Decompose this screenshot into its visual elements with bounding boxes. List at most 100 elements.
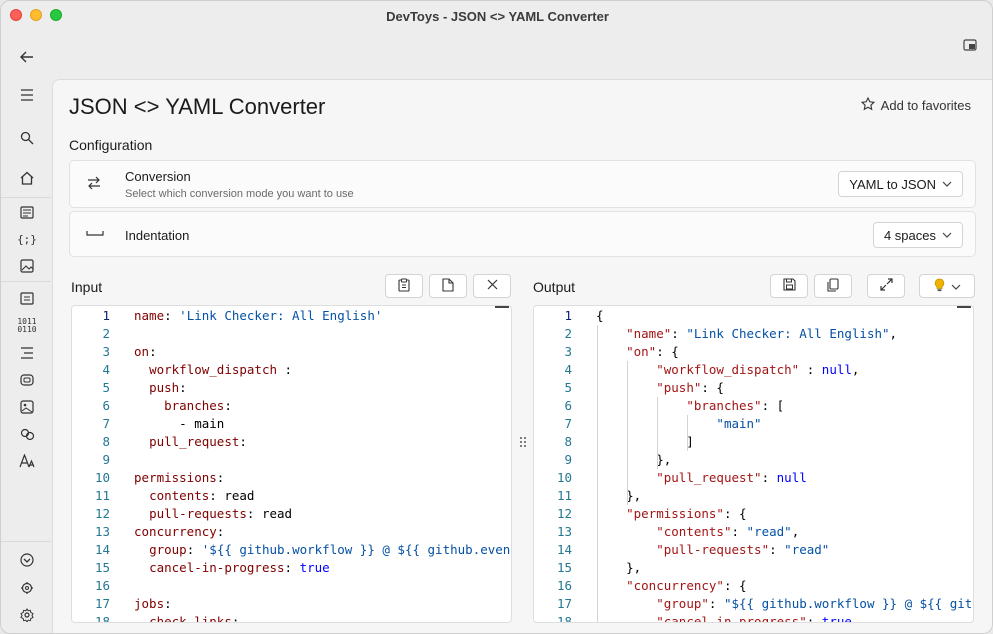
- compact-overlay-icon[interactable]: [962, 39, 978, 55]
- clear-button[interactable]: [473, 274, 511, 298]
- home-icon[interactable]: [15, 167, 39, 189]
- paste-button[interactable]: [385, 274, 423, 298]
- space-bar-icon: [86, 226, 104, 245]
- code-text: "on": {: [626, 344, 679, 359]
- code-text: check-links:: [149, 614, 240, 623]
- code-text: "main": [716, 416, 762, 431]
- line-number: 5: [102, 380, 110, 395]
- code-line: 1{: [534, 307, 973, 325]
- code-line: 11 contents: read: [72, 487, 511, 505]
- save-button[interactable]: [770, 274, 808, 298]
- code-text: "push": {: [656, 380, 724, 395]
- code-text: },: [596, 488, 642, 503]
- code-text: ]: [596, 434, 694, 449]
- settings-icon[interactable]: [15, 604, 39, 626]
- search-icon[interactable]: [15, 127, 39, 149]
- code-line: 6 "branches": [: [534, 397, 973, 415]
- code-text: "cancel-in-progress": true: [656, 614, 852, 623]
- expand-button[interactable]: [867, 274, 905, 298]
- image-converter-icon[interactable]: [15, 255, 39, 277]
- code-line: 11 },: [534, 487, 973, 505]
- code-line: 16 "concurrency": {: [534, 577, 973, 595]
- link-icon[interactable]: [15, 423, 39, 445]
- code-text: concurrency:: [134, 524, 225, 539]
- line-number: 16: [556, 578, 572, 593]
- code-text: cancel-in-progress: true: [149, 560, 330, 575]
- conversion-title: Conversion: [125, 169, 191, 184]
- panel-splitter-handle[interactable]: [519, 435, 527, 452]
- zoom-window-button[interactable]: [50, 9, 62, 21]
- code-text: push:: [149, 380, 187, 395]
- code-line: 12 pull-requests: read: [72, 505, 511, 523]
- line-number: 17: [94, 596, 110, 611]
- code-text: jobs:: [134, 596, 172, 611]
- code-line: 4 "workflow_dispatch" : null,: [534, 361, 973, 379]
- main-content: JSON <> YAML Converter Add to favorites …: [52, 79, 992, 633]
- indent-guide: [687, 415, 689, 451]
- copy-icon: [826, 277, 840, 295]
- indentation-select[interactable]: 4 spaces: [872, 222, 963, 248]
- code-line: 16: [72, 577, 511, 595]
- line-number: 11: [556, 488, 572, 503]
- hamburger-menu-icon[interactable]: [15, 84, 39, 106]
- input-editor[interactable]: 1 name: 'Link Checker: All English' 2 3 on: 4…: [71, 305, 512, 623]
- image-icon[interactable]: [15, 396, 39, 418]
- code-text: {: [596, 308, 604, 323]
- code-line: 10 permissions:: [72, 469, 511, 487]
- code-line: 9 },: [534, 451, 973, 469]
- close-icon: [487, 279, 498, 293]
- close-window-button[interactable]: [10, 9, 22, 21]
- title-bar: DevToys - JSON <> YAML Converter: [1, 1, 992, 31]
- minimize-window-button[interactable]: [30, 9, 42, 21]
- graphics-icon[interactable]: [15, 369, 39, 391]
- converters-icon[interactable]: [15, 201, 39, 223]
- code-text: on:: [134, 344, 157, 359]
- chevron-down-icon: [951, 279, 961, 293]
- binary-icon[interactable]: 1011 0110: [15, 315, 39, 337]
- extensions-icon[interactable]: [15, 549, 39, 571]
- paste-icon: [397, 278, 411, 295]
- code-line: 3 "on": {: [534, 343, 973, 361]
- output-editor[interactable]: 1{2 "name": "Link Checker: All English",…: [533, 305, 974, 623]
- line-number: 16: [94, 578, 110, 593]
- sidebar-divider: [1, 541, 51, 542]
- line-number: 6: [102, 398, 110, 413]
- encoders-icon[interactable]: [15, 287, 39, 309]
- window-title: DevToys - JSON <> YAML Converter: [386, 8, 609, 24]
- code-line: 3 on:: [72, 343, 511, 361]
- copy-button[interactable]: [814, 274, 852, 298]
- code-text: permissions:: [134, 470, 225, 485]
- conversion-mode-value: YAML to JSON: [849, 176, 936, 192]
- code-text: "branches": [: [686, 398, 785, 413]
- line-number: 2: [102, 326, 110, 341]
- indentation-title: Indentation: [125, 228, 190, 243]
- line-number: 7: [564, 416, 572, 431]
- favorite-label: Add to favorites: [880, 98, 971, 113]
- open-file-button[interactable]: [429, 274, 467, 298]
- code-line: 12 "permissions": {: [534, 505, 973, 523]
- line-number: 8: [102, 434, 110, 449]
- code-line: 14 "pull-requests": "read": [534, 541, 973, 559]
- add-to-favorites-button[interactable]: Add to favorites: [860, 96, 971, 114]
- code-line: 7 - main: [72, 415, 511, 433]
- code-line: 18 "cancel-in-progress": true: [534, 613, 973, 623]
- window-controls: [10, 9, 62, 21]
- chevron-down-icon: [942, 179, 952, 190]
- font-icon[interactable]: [15, 450, 39, 472]
- lightbulb-icon: [934, 278, 945, 295]
- text-icon[interactable]: [15, 342, 39, 364]
- conversion-setting-card: Conversion Select which conversion mode …: [69, 160, 976, 208]
- conversion-mode-select[interactable]: YAML to JSON: [838, 171, 963, 197]
- json-formatter-icon[interactable]: {;}: [15, 228, 39, 250]
- settings-gear-alt-icon[interactable]: [15, 577, 39, 599]
- code-line: 15 cancel-in-progress: true: [72, 559, 511, 577]
- line-number: 3: [102, 344, 110, 359]
- line-number: 1: [564, 308, 572, 323]
- line-number: 13: [94, 524, 110, 539]
- code-text: "permissions": {: [626, 506, 747, 521]
- app-window: DevToys - JSON <> YAML Converter {;} 101…: [0, 0, 993, 634]
- code-line: 18 check-links:: [72, 613, 511, 623]
- tips-dropdown-button[interactable]: [919, 274, 975, 298]
- line-number: 8: [564, 434, 572, 449]
- back-arrow-icon[interactable]: [15, 46, 39, 68]
